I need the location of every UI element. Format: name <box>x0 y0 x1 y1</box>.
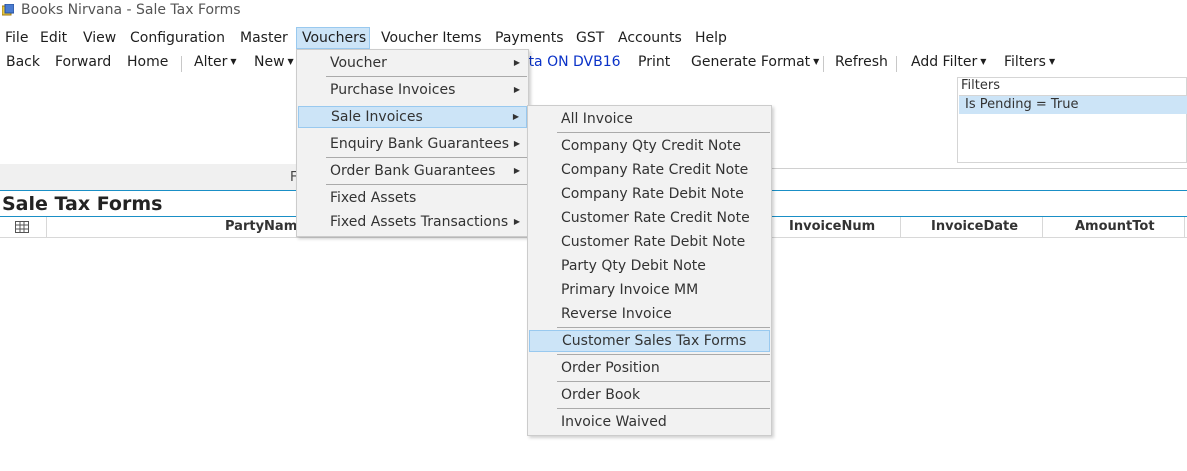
menu-item-customer-rate-credit-note[interactable]: Customer Rate Credit Note <box>529 207 770 229</box>
generate-format-button[interactable]: Generate Format ▼ <box>691 54 819 70</box>
toolbar-separator <box>181 56 182 72</box>
menu-voucher-items[interactable]: Voucher Items <box>376 27 486 49</box>
menu-gst[interactable]: GST <box>571 27 609 49</box>
generate-format-label: Generate Format <box>691 54 811 70</box>
toolbar-separator <box>896 56 897 72</box>
forward-button[interactable]: Forward <box>55 54 111 70</box>
menu-edit[interactable]: Edit <box>35 27 72 49</box>
menu-item-order-book[interactable]: Order Book <box>529 384 770 406</box>
column-header-partyname[interactable]: PartyName <box>225 219 306 234</box>
menu-item-voucher[interactable]: Voucher ▶ <box>298 52 527 74</box>
menu-item-order-position[interactable]: Order Position <box>529 357 770 379</box>
menu-item-fixed-assets[interactable]: Fixed Assets <box>298 187 527 209</box>
add-filter-label: Add Filter <box>911 54 978 70</box>
menu-separator <box>326 184 527 185</box>
window-title: Books Nirvana - Sale Tax Forms <box>21 2 241 18</box>
refresh-button[interactable]: Refresh <box>835 54 888 70</box>
menu-item-label: Enquiry Bank Guarantees <box>330 136 509 152</box>
dropdown-caret-icon: ▼ <box>980 57 987 66</box>
menu-item-company-rate-debit-note[interactable]: Company Rate Debit Note <box>529 183 770 205</box>
back-button[interactable]: Back <box>6 54 40 70</box>
menu-item-label: Voucher <box>330 55 387 71</box>
menu-accounts[interactable]: Accounts <box>613 27 687 49</box>
menu-separator <box>326 76 527 77</box>
add-filter-button[interactable]: Add Filter ▼ <box>911 54 986 70</box>
menu-item-company-qty-credit-note[interactable]: Company Qty Credit Note <box>529 135 770 157</box>
new-button[interactable]: New ▼ <box>254 54 294 70</box>
menu-item-label: Purchase Invoices <box>330 82 456 98</box>
menu-item-purchase-invoices[interactable]: Purchase Invoices ▶ <box>298 79 527 101</box>
menu-item-label: Fixed Assets <box>330 190 417 206</box>
submenu-arrow-icon: ▶ <box>513 166 520 175</box>
menu-separator <box>557 132 770 133</box>
menu-help[interactable]: Help <box>690 27 732 49</box>
column-separator <box>1184 217 1185 237</box>
filters-label: Filters <box>1004 54 1046 70</box>
menu-master[interactable]: Master <box>235 27 293 49</box>
menu-item-reverse-invoice[interactable]: Reverse Invoice <box>529 303 770 325</box>
column-separator <box>900 217 901 237</box>
menu-configuration[interactable]: Configuration <box>125 27 230 49</box>
dropdown-caret-icon: ▼ <box>813 57 820 66</box>
submenu-arrow-icon: ▶ <box>513 58 520 67</box>
menu-item-all-invoice[interactable]: All Invoice <box>529 108 770 130</box>
new-label: New <box>254 54 285 70</box>
menu-item-label: Order Bank Guarantees <box>330 163 496 179</box>
menu-separator <box>557 381 770 382</box>
menu-item-order-bank-guarantees[interactable]: Order Bank Guarantees ▶ <box>298 160 527 182</box>
dropdown-caret-icon: ▼ <box>287 57 294 66</box>
dropdown-caret-icon: ▼ <box>230 57 237 66</box>
filter-row[interactable]: Is Pending = True <box>959 96 1187 114</box>
menu-separator <box>557 354 770 355</box>
menu-item-fixed-assets-transactions[interactable]: Fixed Assets Transactions ▶ <box>298 211 527 233</box>
submenu-arrow-icon: ▶ <box>513 139 520 148</box>
menu-item-enquiry-bank-guarantees[interactable]: Enquiry Bank Guarantees ▶ <box>298 133 527 155</box>
menu-separator <box>557 408 770 409</box>
alter-button[interactable]: Alter ▼ <box>194 54 236 70</box>
menu-view[interactable]: View <box>78 27 121 49</box>
vouchers-menu: Voucher ▶ Purchase Invoices ▶ Sale Invoice… <box>296 49 529 237</box>
column-header-invoicenum[interactable]: InvoiceNum <box>789 219 875 234</box>
menu-item-invoice-waived[interactable]: Invoice Waived <box>529 411 770 433</box>
dropdown-caret-icon: ▼ <box>1048 57 1056 66</box>
menu-item-party-qty-debit-note[interactable]: Party Qty Debit Note <box>529 255 770 277</box>
menu-file[interactable]: File <box>0 27 33 49</box>
menu-item-customer-rate-debit-note[interactable]: Customer Rate Debit Note <box>529 231 770 253</box>
column-header-invoicedate[interactable]: InvoiceDate <box>931 219 1018 234</box>
menu-item-company-rate-credit-note[interactable]: Company Rate Credit Note <box>529 159 770 181</box>
page-title: Sale Tax Forms <box>2 193 163 215</box>
toolbar-separator <box>823 56 824 72</box>
column-separator <box>1042 217 1043 237</box>
menu-separator <box>557 327 770 328</box>
filters-panel-header: Filters <box>959 78 1187 96</box>
menu-separator <box>326 157 527 158</box>
menu-item-primary-invoice-mm[interactable]: Primary Invoice MM <box>529 279 770 301</box>
menu-payments[interactable]: Payments <box>490 27 569 49</box>
menu-vouchers[interactable]: Vouchers <box>296 27 370 49</box>
grid-icon <box>15 221 29 233</box>
voucher-link[interactable]: ota ON DVB16 <box>520 54 621 70</box>
submenu-arrow-icon: ▶ <box>513 85 520 94</box>
sale-invoices-menu: All Invoice Company Qty Credit Note Comp… <box>527 105 772 436</box>
submenu-arrow-icon: ▶ <box>512 112 519 121</box>
search-strip <box>0 164 298 190</box>
menu-item-label: Fixed Assets Transactions <box>330 214 509 230</box>
menu-item-customer-sales-tax-forms[interactable]: Customer Sales Tax Forms <box>529 330 770 352</box>
menu-item-label: Sale Invoices <box>331 109 423 125</box>
app-icon <box>2 4 14 16</box>
print-button[interactable]: Print <box>638 54 670 70</box>
home-button[interactable]: Home <box>127 54 168 70</box>
alter-label: Alter <box>194 54 228 70</box>
submenu-arrow-icon: ▶ <box>513 217 520 226</box>
menu-bar: File Edit View Configuration Master Vouc… <box>0 25 1187 50</box>
column-header-amounttot[interactable]: AmountTot <box>1075 219 1155 234</box>
filters-dropdown-button[interactable]: Filters ▼ <box>1004 54 1055 70</box>
menu-item-sale-invoices[interactable]: Sale Invoices ▶ <box>298 106 527 128</box>
